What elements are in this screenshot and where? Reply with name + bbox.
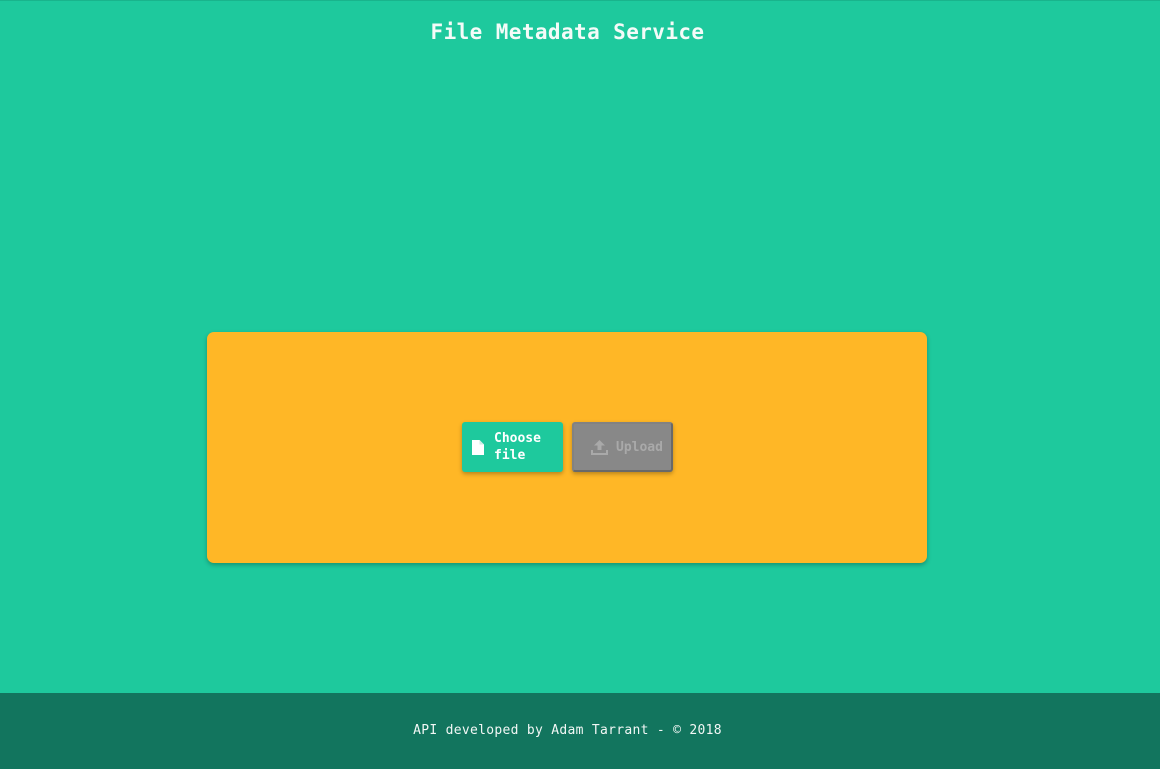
footer: API developed by Adam Tarrant - © 2018	[0, 693, 1160, 769]
file-icon	[472, 439, 484, 455]
choose-file-button[interactable]: Choose file	[462, 422, 563, 472]
upload-label: Upload	[616, 439, 663, 455]
upload-card: Choose file Upload	[207, 332, 927, 563]
upload-button[interactable]: Upload	[572, 422, 673, 472]
upload-icon	[591, 439, 608, 455]
page-title: File Metadata Service	[430, 20, 705, 44]
choose-file-label: Choose file	[494, 431, 541, 463]
footer-credit: API developed by Adam Tarrant - © 2018	[413, 723, 722, 738]
top-border	[0, 0, 1160, 1]
